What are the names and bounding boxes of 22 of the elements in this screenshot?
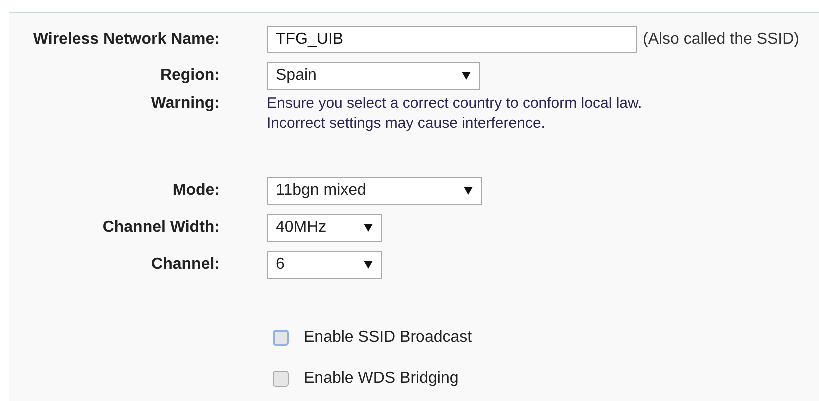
dropdown[interactable]: Spain xyxy=(267,62,480,90)
checkbox-label: Enable SSID Broadcast xyxy=(304,328,472,346)
field-label: Mode: xyxy=(172,182,220,200)
warning-text: Incorrect settings may cause interference. xyxy=(267,114,546,134)
field-label: Wireless Network Name: xyxy=(32,30,220,48)
dropdown[interactable]: 11bgn mixed xyxy=(267,177,482,205)
dropdown[interactable]: 40MHz xyxy=(267,214,382,242)
checkbox[interactable] xyxy=(273,370,289,386)
ssid-hint: (Also called the SSID) xyxy=(643,30,800,48)
field-label: Channel: xyxy=(150,256,220,274)
field-label: Warning: xyxy=(150,94,220,114)
warning-text: Ensure you select a correct country to conform local law. xyxy=(267,94,642,114)
caret-icon xyxy=(464,187,473,195)
caret-icon xyxy=(462,72,471,80)
field-label: Channel Width: xyxy=(102,219,220,237)
dropdown[interactable]: 6 xyxy=(267,251,382,279)
caret-icon xyxy=(364,224,373,232)
checkbox[interactable] xyxy=(273,330,289,346)
checkbox-label: Enable WDS Bridging xyxy=(304,370,459,388)
field-label: Region: xyxy=(159,67,220,85)
caret-icon xyxy=(364,261,373,269)
network-name-field[interactable]: TFG_UIB xyxy=(267,26,637,53)
